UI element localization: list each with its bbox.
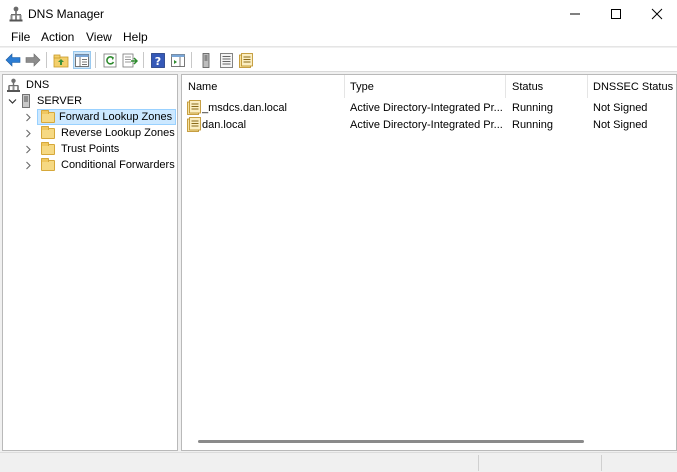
close-button[interactable] bbox=[634, 0, 677, 28]
window-title: DNS Manager bbox=[28, 7, 105, 21]
server-icon bbox=[202, 52, 210, 68]
menu-view[interactable]: View bbox=[84, 30, 114, 44]
tree-label-dns: DNS bbox=[26, 79, 50, 91]
help-icon: ? bbox=[151, 52, 165, 68]
toolbar-separator bbox=[191, 52, 192, 68]
show-hide-console-tree-button[interactable] bbox=[73, 51, 91, 69]
status-bar bbox=[0, 452, 677, 472]
back-arrow-icon bbox=[5, 53, 21, 67]
list-header: Name Type Status DNSSEC Status bbox=[182, 75, 676, 98]
close-icon bbox=[651, 8, 663, 20]
chevron-right-icon[interactable] bbox=[23, 112, 33, 122]
forward-arrow-icon bbox=[25, 53, 41, 67]
zone-icon bbox=[187, 100, 201, 115]
results-list[interactable]: Name Type Status DNSSEC Status _msdcs.da… bbox=[181, 74, 677, 451]
menu-bar: File Action View Help bbox=[0, 28, 677, 47]
list-icon bbox=[219, 52, 233, 68]
tree-item-forward-lookup-zones[interactable]: Forward Lookup Zones bbox=[23, 109, 177, 125]
tree-label-conditional-forwarders: Conditional Forwarders bbox=[61, 159, 175, 171]
toolbar: ? bbox=[0, 48, 677, 72]
export-list-button[interactable] bbox=[121, 51, 139, 69]
tree-label-reverse-lookup-zones: Reverse Lookup Zones bbox=[61, 127, 175, 139]
tree-label-trust-points: Trust Points bbox=[61, 143, 120, 155]
folder-icon bbox=[41, 157, 55, 171]
table-row[interactable]: dan.local Active Directory-Integrated Pr… bbox=[182, 116, 676, 133]
console-tree[interactable]: DNS SERVER Forward Lookup Zones Reverse … bbox=[2, 74, 178, 451]
menu-action[interactable]: Action bbox=[39, 30, 76, 44]
show-hide-console-tree-icon bbox=[75, 53, 89, 67]
tree-item-server[interactable]: SERVER bbox=[7, 93, 84, 109]
help-button[interactable]: ? bbox=[149, 51, 167, 69]
zone-icon bbox=[187, 117, 201, 132]
column-divider[interactable] bbox=[344, 75, 345, 98]
menu-file[interactable]: File bbox=[9, 30, 32, 44]
tree-item-trust-points[interactable]: Trust Points bbox=[23, 141, 121, 157]
cell-dnssec-status: Not Signed bbox=[593, 119, 648, 131]
back-button[interactable] bbox=[4, 51, 22, 69]
cell-status: Running bbox=[512, 119, 553, 131]
refresh-button[interactable] bbox=[101, 51, 119, 69]
server-button[interactable] bbox=[197, 51, 215, 69]
tree-label-server: SERVER bbox=[37, 95, 83, 107]
export-list-icon bbox=[122, 53, 138, 67]
column-header-type[interactable]: Type bbox=[350, 81, 374, 93]
toolbar-separator bbox=[46, 52, 47, 68]
tree-label-forward-lookup-zones: Forward Lookup Zones bbox=[37, 109, 177, 125]
up-folder-icon bbox=[53, 54, 69, 67]
chevron-right-icon[interactable] bbox=[23, 144, 33, 154]
tree-item-dns[interactable]: DNS bbox=[7, 77, 51, 93]
cell-type: Active Directory-Integrated Pr... bbox=[350, 119, 502, 131]
cell-name: dan.local bbox=[202, 119, 247, 131]
chevron-right-icon[interactable] bbox=[23, 128, 33, 138]
minimize-icon bbox=[570, 13, 580, 15]
column-header-status[interactable]: Status bbox=[512, 81, 543, 93]
column-header-name[interactable]: Name bbox=[188, 81, 217, 93]
dns-manager-icon bbox=[9, 6, 23, 22]
cell-dnssec-status: Not Signed bbox=[593, 102, 648, 114]
cell-name: _msdcs.dan.local bbox=[202, 102, 287, 114]
column-divider[interactable] bbox=[505, 75, 506, 98]
cell-type: Active Directory-Integrated Pr... bbox=[350, 102, 502, 114]
folder-icon bbox=[41, 141, 55, 155]
minimize-button[interactable] bbox=[552, 0, 598, 28]
forward-lookup-zones-text: Forward Lookup Zones bbox=[59, 111, 173, 123]
svg-text:?: ? bbox=[155, 55, 161, 68]
server-icon bbox=[22, 94, 30, 108]
folder-icon bbox=[41, 109, 55, 123]
column-divider[interactable] bbox=[587, 75, 588, 98]
maximize-icon bbox=[611, 9, 621, 19]
horizontal-scrollbar[interactable] bbox=[198, 440, 584, 443]
title-bar: DNS Manager bbox=[0, 0, 677, 28]
chevron-right-icon[interactable] bbox=[23, 160, 33, 170]
status-divider bbox=[478, 455, 479, 471]
maximize-button[interactable] bbox=[593, 0, 639, 28]
folder-icon bbox=[41, 125, 55, 139]
zone-icon bbox=[239, 52, 253, 68]
toolbar-separator bbox=[143, 52, 144, 68]
toolbar-separator bbox=[95, 52, 96, 68]
chevron-down-icon[interactable] bbox=[7, 96, 17, 106]
forward-button[interactable] bbox=[24, 51, 42, 69]
refresh-icon bbox=[103, 53, 116, 67]
tree-item-reverse-lookup-zones[interactable]: Reverse Lookup Zones bbox=[23, 125, 177, 141]
up-one-level-button[interactable] bbox=[52, 51, 70, 69]
new-zone-button[interactable] bbox=[237, 51, 255, 69]
tree-item-conditional-forwarders[interactable]: Conditional Forwarders bbox=[23, 157, 177, 173]
column-header-dnssec-status[interactable]: DNSSEC Status bbox=[593, 81, 673, 93]
list-button[interactable] bbox=[217, 51, 235, 69]
cell-status: Running bbox=[512, 102, 553, 114]
table-row[interactable]: _msdcs.dan.local Active Directory-Integr… bbox=[182, 99, 676, 116]
menu-help[interactable]: Help bbox=[121, 30, 150, 44]
dns-icon bbox=[7, 78, 20, 92]
status-divider bbox=[601, 455, 602, 471]
show-action-pane-icon bbox=[171, 53, 185, 67]
show-action-pane-button[interactable] bbox=[169, 51, 187, 69]
